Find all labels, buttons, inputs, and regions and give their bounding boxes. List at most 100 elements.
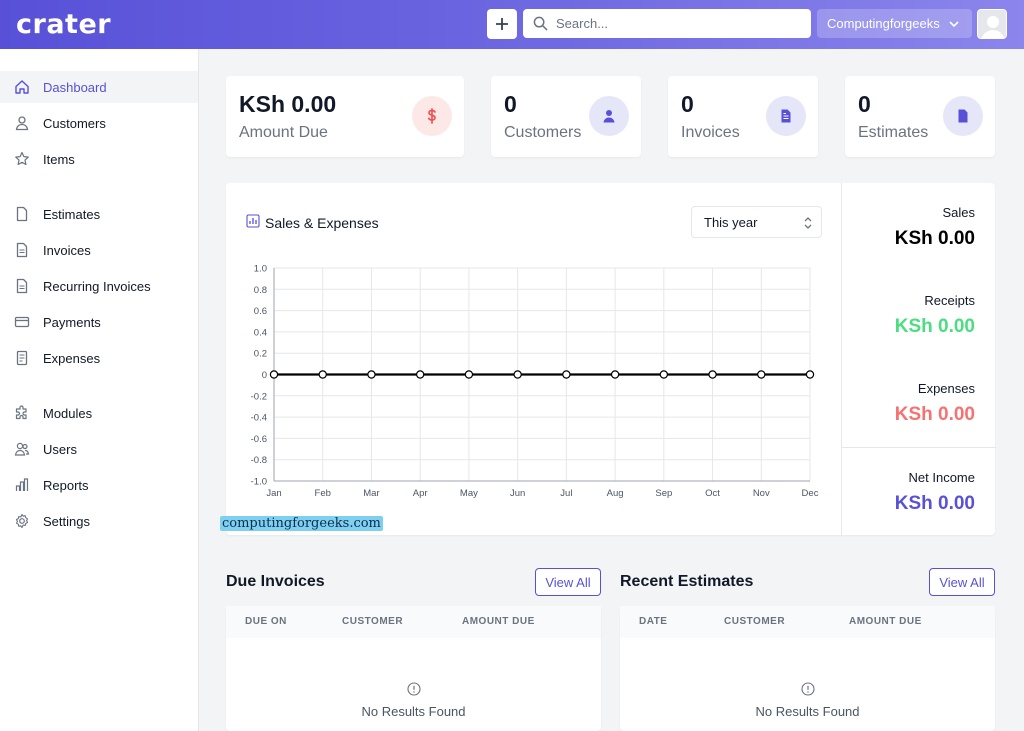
column-header[interactable]: AMOUNT DUE	[462, 616, 535, 627]
gear-icon	[14, 513, 30, 529]
stat-label: Estimates	[858, 124, 929, 141]
star-icon	[14, 151, 30, 167]
data-point	[513, 370, 522, 379]
x-tick-label: Oct	[705, 488, 720, 499]
sales-label: Sales	[942, 205, 975, 220]
sidebar-item-expenses[interactable]: Expenses	[0, 342, 198, 374]
column-header[interactable]: DUE ON	[245, 616, 287, 627]
recent-estimates-title: Recent Estimates	[620, 573, 754, 590]
column-header[interactable]: AMOUNT DUE	[849, 616, 922, 627]
x-tick-label: Sep	[655, 488, 672, 499]
document-text-icon	[14, 278, 30, 294]
chevron-down-icon	[949, 20, 959, 27]
x-tick-label: Jul	[560, 488, 572, 499]
sidebar-item-customers[interactable]: Customers	[0, 107, 198, 139]
receipts-value: KSh 0.00	[894, 316, 975, 337]
sidebar-item-label: Items	[43, 151, 75, 167]
info-icon	[406, 682, 421, 696]
recent-estimates-view-all-button[interactable]: View All	[929, 568, 995, 596]
sidebar-item-label: Dashboard	[43, 79, 107, 95]
sidebar-item-label: Settings	[43, 513, 90, 529]
sidebar-item-label: Payments	[43, 314, 101, 330]
stat-card-customers[interactable]: 0 Customers	[491, 76, 641, 157]
sidebar-item-modules[interactable]: Modules	[0, 397, 198, 429]
stat-card-invoices[interactable]: 0 Invoices	[668, 76, 818, 157]
receipts-label: Receipts	[924, 293, 975, 308]
stat-card-amount-due[interactable]: KSh 0.00 Amount Due	[226, 76, 464, 157]
watermark: computingforgeeks.com	[220, 516, 383, 531]
expenses-label: Expenses	[917, 381, 975, 396]
y-tick-label: 0.2	[254, 349, 267, 360]
search-input[interactable]	[556, 16, 786, 31]
data-point	[269, 370, 279, 379]
data-point	[464, 370, 474, 379]
x-tick-label: Apr	[413, 488, 428, 499]
document-text-icon	[14, 242, 30, 258]
sidebar: Dashboard Customers Items Estimates Invo…	[0, 49, 199, 731]
sidebar-item-items[interactable]: Items	[0, 143, 198, 175]
sidebar-item-label: Expenses	[43, 350, 101, 366]
data-point	[415, 370, 425, 379]
y-tick-label: -0.6	[251, 434, 267, 445]
net-income-label: Net Income	[908, 470, 975, 485]
receipt-icon	[14, 350, 30, 366]
due-invoices-table: DUE ON CUSTOMER AMOUNT DUE No Results Fo…	[226, 606, 601, 731]
user-avatar[interactable]	[977, 9, 1007, 39]
sidebar-item-label: Customers	[43, 115, 106, 131]
due-invoices-title: Due Invoices	[226, 573, 325, 590]
sidebar-item-recurring-invoices[interactable]: Recurring Invoices	[0, 270, 198, 302]
stat-value: 0	[858, 91, 871, 117]
data-point	[757, 370, 766, 379]
stat-card-estimates[interactable]: 0 Estimates	[845, 76, 995, 157]
x-tick-label: Aug	[607, 488, 624, 499]
search-icon	[533, 16, 548, 31]
y-tick-label: -0.8	[251, 455, 267, 466]
sidebar-item-settings[interactable]: Settings	[0, 505, 198, 537]
sidebar-item-reports[interactable]: Reports	[0, 469, 198, 501]
x-tick-label: Jan	[266, 488, 281, 499]
y-tick-label: 0	[262, 370, 267, 381]
sidebar-item-payments[interactable]: Payments	[0, 306, 198, 338]
stat-value: 0	[504, 91, 517, 117]
y-tick-label: 1.0	[254, 264, 267, 275]
sidebar-item-label: Invoices	[43, 242, 91, 258]
data-point	[367, 370, 376, 379]
recent-estimates-table: DATE CUSTOMER AMOUNT DUE No Results Foun…	[620, 606, 995, 731]
data-point	[659, 370, 669, 379]
due-invoices-view-all-button[interactable]: View All	[535, 568, 601, 596]
data-point	[318, 370, 327, 379]
info-icon	[800, 682, 815, 696]
column-header[interactable]: DATE	[639, 616, 667, 627]
sales-value: KSh 0.00	[894, 228, 975, 249]
empty-message: No Results Found	[755, 704, 860, 719]
y-tick-label: 0.6	[254, 306, 267, 317]
divider	[842, 447, 996, 448]
data-point	[805, 370, 815, 379]
global-search[interactable]	[523, 9, 811, 38]
data-point	[562, 370, 571, 379]
company-switcher[interactable]: Computingforgeeks	[817, 9, 972, 38]
table-header: DATE CUSTOMER AMOUNT DUE	[620, 606, 995, 638]
document-icon	[943, 96, 983, 136]
x-tick-label: Nov	[753, 488, 770, 499]
sidebar-item-dashboard[interactable]: Dashboard	[0, 71, 198, 103]
crater-logo[interactable]: crater	[16, 9, 111, 40]
expenses-value: KSh 0.00	[894, 404, 975, 425]
sidebar-item-estimates[interactable]: Estimates	[0, 198, 198, 230]
net-income-value: KSh 0.00	[894, 493, 975, 514]
user-icon	[14, 115, 30, 131]
create-new-button[interactable]	[487, 9, 517, 39]
column-header[interactable]: CUSTOMER	[342, 616, 403, 627]
stat-label: Invoices	[681, 124, 740, 141]
sidebar-item-label: Modules	[43, 405, 93, 421]
stat-label: Amount Due	[239, 124, 328, 141]
users-icon	[14, 441, 30, 457]
column-header[interactable]: CUSTOMER	[724, 616, 785, 627]
table-header: DUE ON CUSTOMER AMOUNT DUE	[226, 606, 601, 638]
sidebar-item-invoices[interactable]: Invoices	[0, 234, 198, 266]
x-tick-label: Dec	[802, 488, 819, 499]
user-icon	[589, 96, 629, 136]
x-tick-label: Feb	[315, 488, 331, 499]
stat-value: KSh 0.00	[239, 91, 337, 117]
sidebar-item-users[interactable]: Users	[0, 433, 198, 465]
